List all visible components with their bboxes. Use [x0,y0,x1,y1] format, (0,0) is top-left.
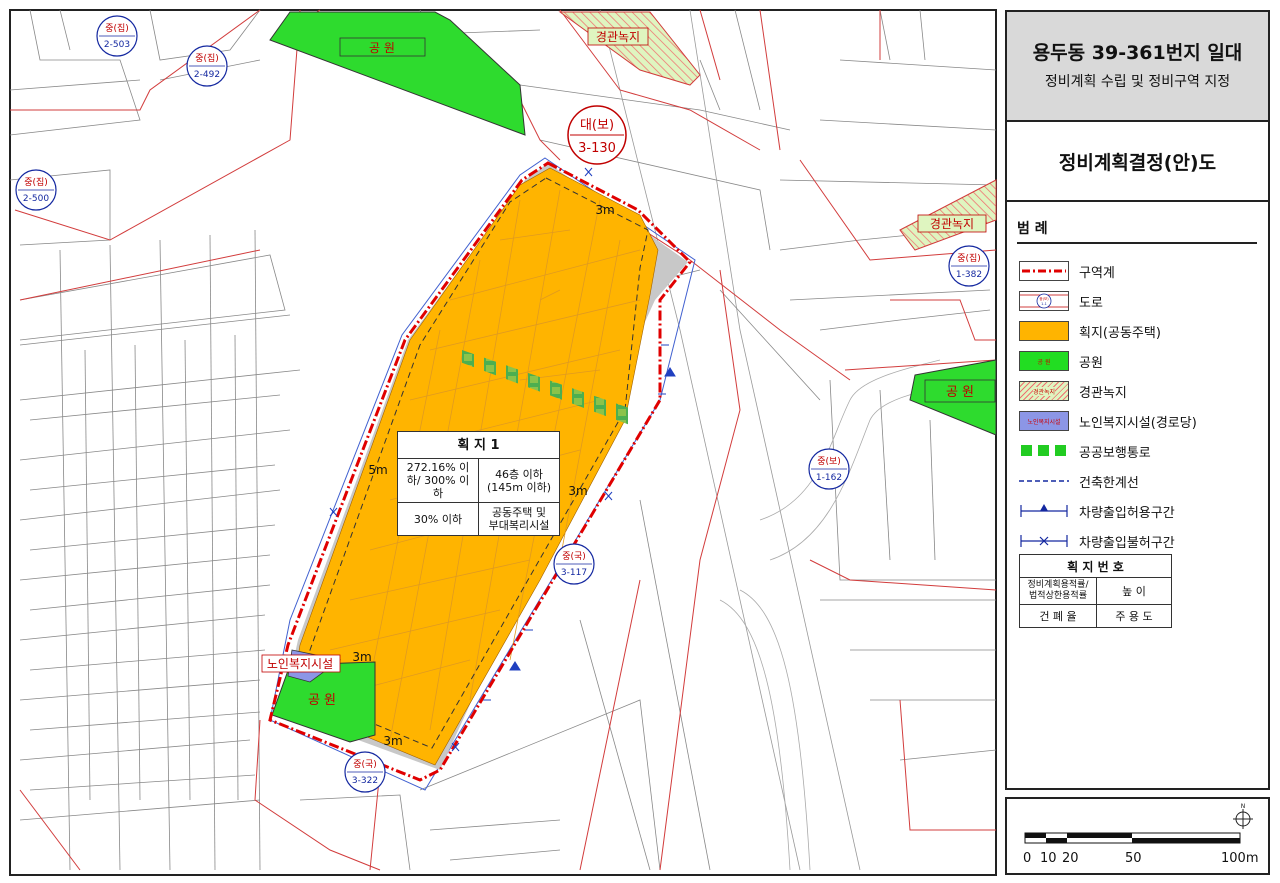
scale-tick-label: 100m [1221,851,1259,866]
setback-label: 3m [568,484,587,498]
legend-label: 차량출입불허구간 [1079,535,1175,551]
svg-text:대(보): 대(보) [580,118,614,133]
public-walkway-squares-icon [1019,441,1069,461]
setback-label: 3m [595,203,614,217]
building-line-dashed-icon [1019,471,1069,491]
lot-key-title: 획 지 번 호 [1019,554,1172,578]
legend-label: 획지(공동주택) [1079,325,1161,341]
scale-tick-label: 50 [1125,851,1142,866]
legend-item: 공공보행통로 [1019,436,1197,466]
legend-label: 경관녹지 [1079,385,1127,401]
district-boundary-line-icon [1019,261,1069,281]
legend-label: 차량출입허용구간 [1079,505,1175,521]
legend-label: 구역계 [1079,265,1115,281]
svg-text:중(보): 중(보) [1039,297,1049,301]
legend-list: 구역계 중(보) 1-1 도로 획지(공동주택) 공 원 공원 경관녹지 경관녹… [1019,256,1197,556]
legend-label: 도로 [1079,295,1103,311]
svg-text:중(집): 중(집) [105,22,129,34]
svg-text:1-382: 1-382 [956,270,982,280]
legend-panel: 용두동 39-361번지 일대 정비계획 수립 및 정비구역 지정 정비계획결정… [1005,10,1270,790]
road-label-circle: 중(집) 2-500 [15,169,57,211]
legend-item: 공 원 공원 [1019,346,1197,376]
svg-text:1-162: 1-162 [816,473,842,483]
senior-facility-label: 노인복지시설 [267,657,333,671]
road-symbol-icon: 중(보) 1-1 [1019,291,1069,311]
park-top-label: 공 원 [369,41,395,55]
lot-info-far: 272.16% 이하/ 300% 이하 [397,458,479,503]
legend-item: 차량출입불허구간 [1019,526,1197,556]
legend-heading: 범 례 [1017,218,1257,244]
legend-label: 공원 [1079,355,1103,371]
legend-item: 경관녹지 경관녹지 [1019,376,1197,406]
north-arrow-icon: N [1233,803,1253,829]
road-label-circle: 대(보) 3-130 [567,105,627,165]
landscape-green-hatch-icon: 경관녹지 [1019,381,1069,401]
lot-1-info-table: 획 지 1 272.16% 이하/ 300% 이하 46층 이하 (145m 이하… [397,431,560,536]
svg-text:1-1: 1-1 [1041,302,1047,306]
lot-number-key: 획 지 번 호 정비계획용적률/ 법적상한용적률 높 이 건 폐 율 주 용 도 [1019,554,1172,628]
page-subtitle: 정비계획 수립 및 정비구역 지정 [1044,74,1231,90]
legend-item: 건축한계선 [1019,466,1197,496]
scale-tick-label: 20 [1062,851,1079,866]
park-right-label: 공 원 [946,385,974,400]
svg-text:중(국): 중(국) [562,551,586,562]
svg-text:중(집): 중(집) [957,252,981,264]
setback-label: 5m [368,463,387,477]
svg-text:중(집): 중(집) [24,176,48,188]
road-label-circle: 중(보) 1-162 [808,448,850,490]
setback-label: 3m [383,734,402,748]
svg-text:중(집): 중(집) [195,52,219,64]
legend-item: 획지(공동주택) [1019,316,1197,346]
road-label-circle: 중(국) 3-117 [553,543,595,585]
lot-info-title: 획 지 1 [397,431,560,459]
lot-info-bcr: 30% 이하 [397,502,479,536]
park-bottom-label: 공 원 [308,693,336,708]
vehicle-entry-allowed-icon [1019,501,1069,521]
setback-label: 3m [352,650,371,664]
lot-info-height: 46층 이하 (145m 이하) [478,458,560,503]
legend-label: 노인복지시설(경로당) [1079,415,1197,431]
lot-key-bcr: 건 폐 율 [1019,604,1097,628]
landscape-top-label: 경관녹지 [596,30,640,44]
lot-key-height: 높 이 [1096,577,1172,605]
scale-bar-box: N 0 10 20 50 100m [1005,797,1270,875]
lot-fill-icon [1019,321,1069,341]
legend-item: 중(보) 1-1 도로 [1019,286,1197,316]
legend-item: 구역계 [1019,256,1197,286]
road-label-circle: 중(국) 3-322 [344,751,386,793]
svg-text:2-503: 2-503 [104,40,130,50]
legend-item: 노인복지시설 노인복지시설(경로당) [1019,406,1197,436]
senior-facility-fill-icon: 노인복지시설 [1019,411,1069,431]
legend-label: 공공보행통로 [1079,445,1151,461]
plan-title: 정비계획결정(안)도 [1007,122,1268,202]
road-label-circle: 중(집) 2-492 [186,45,228,87]
scale-tick-label: 0 [1023,851,1032,866]
page-title: 용두동 39-361번지 일대 [1032,42,1243,64]
lot-key-use: 주 용 도 [1096,604,1172,628]
landscape-right-label: 경관녹지 [930,217,974,231]
svg-text:3-130: 3-130 [578,141,616,156]
north-label: N [1241,803,1246,810]
vehicle-entry-prohibited-icon [1019,531,1069,551]
svg-text:2-500: 2-500 [23,194,49,204]
legend-label: 건축한계선 [1079,475,1139,491]
svg-text:2-492: 2-492 [194,70,220,80]
lot-info-use: 공동주택 및 부대복리시설 [478,502,560,536]
svg-text:중(보): 중(보) [817,456,841,467]
road-label-circle: 중(집) 1-382 [948,245,990,287]
legend-item: 차량출입허용구간 [1019,496,1197,526]
svg-text:중(국): 중(국) [353,759,377,770]
scale-tick-label: 10 [1040,851,1057,866]
svg-text:3-322: 3-322 [352,776,378,786]
title-box: 용두동 39-361번지 일대 정비계획 수립 및 정비구역 지정 [1007,12,1268,122]
svg-text:3-117: 3-117 [561,568,587,578]
lot-key-far: 정비계획용적률/ 법적상한용적률 [1019,577,1097,605]
park-fill-icon: 공 원 [1019,351,1069,371]
road-label-circle: 중(집) 2-503 [96,15,138,57]
